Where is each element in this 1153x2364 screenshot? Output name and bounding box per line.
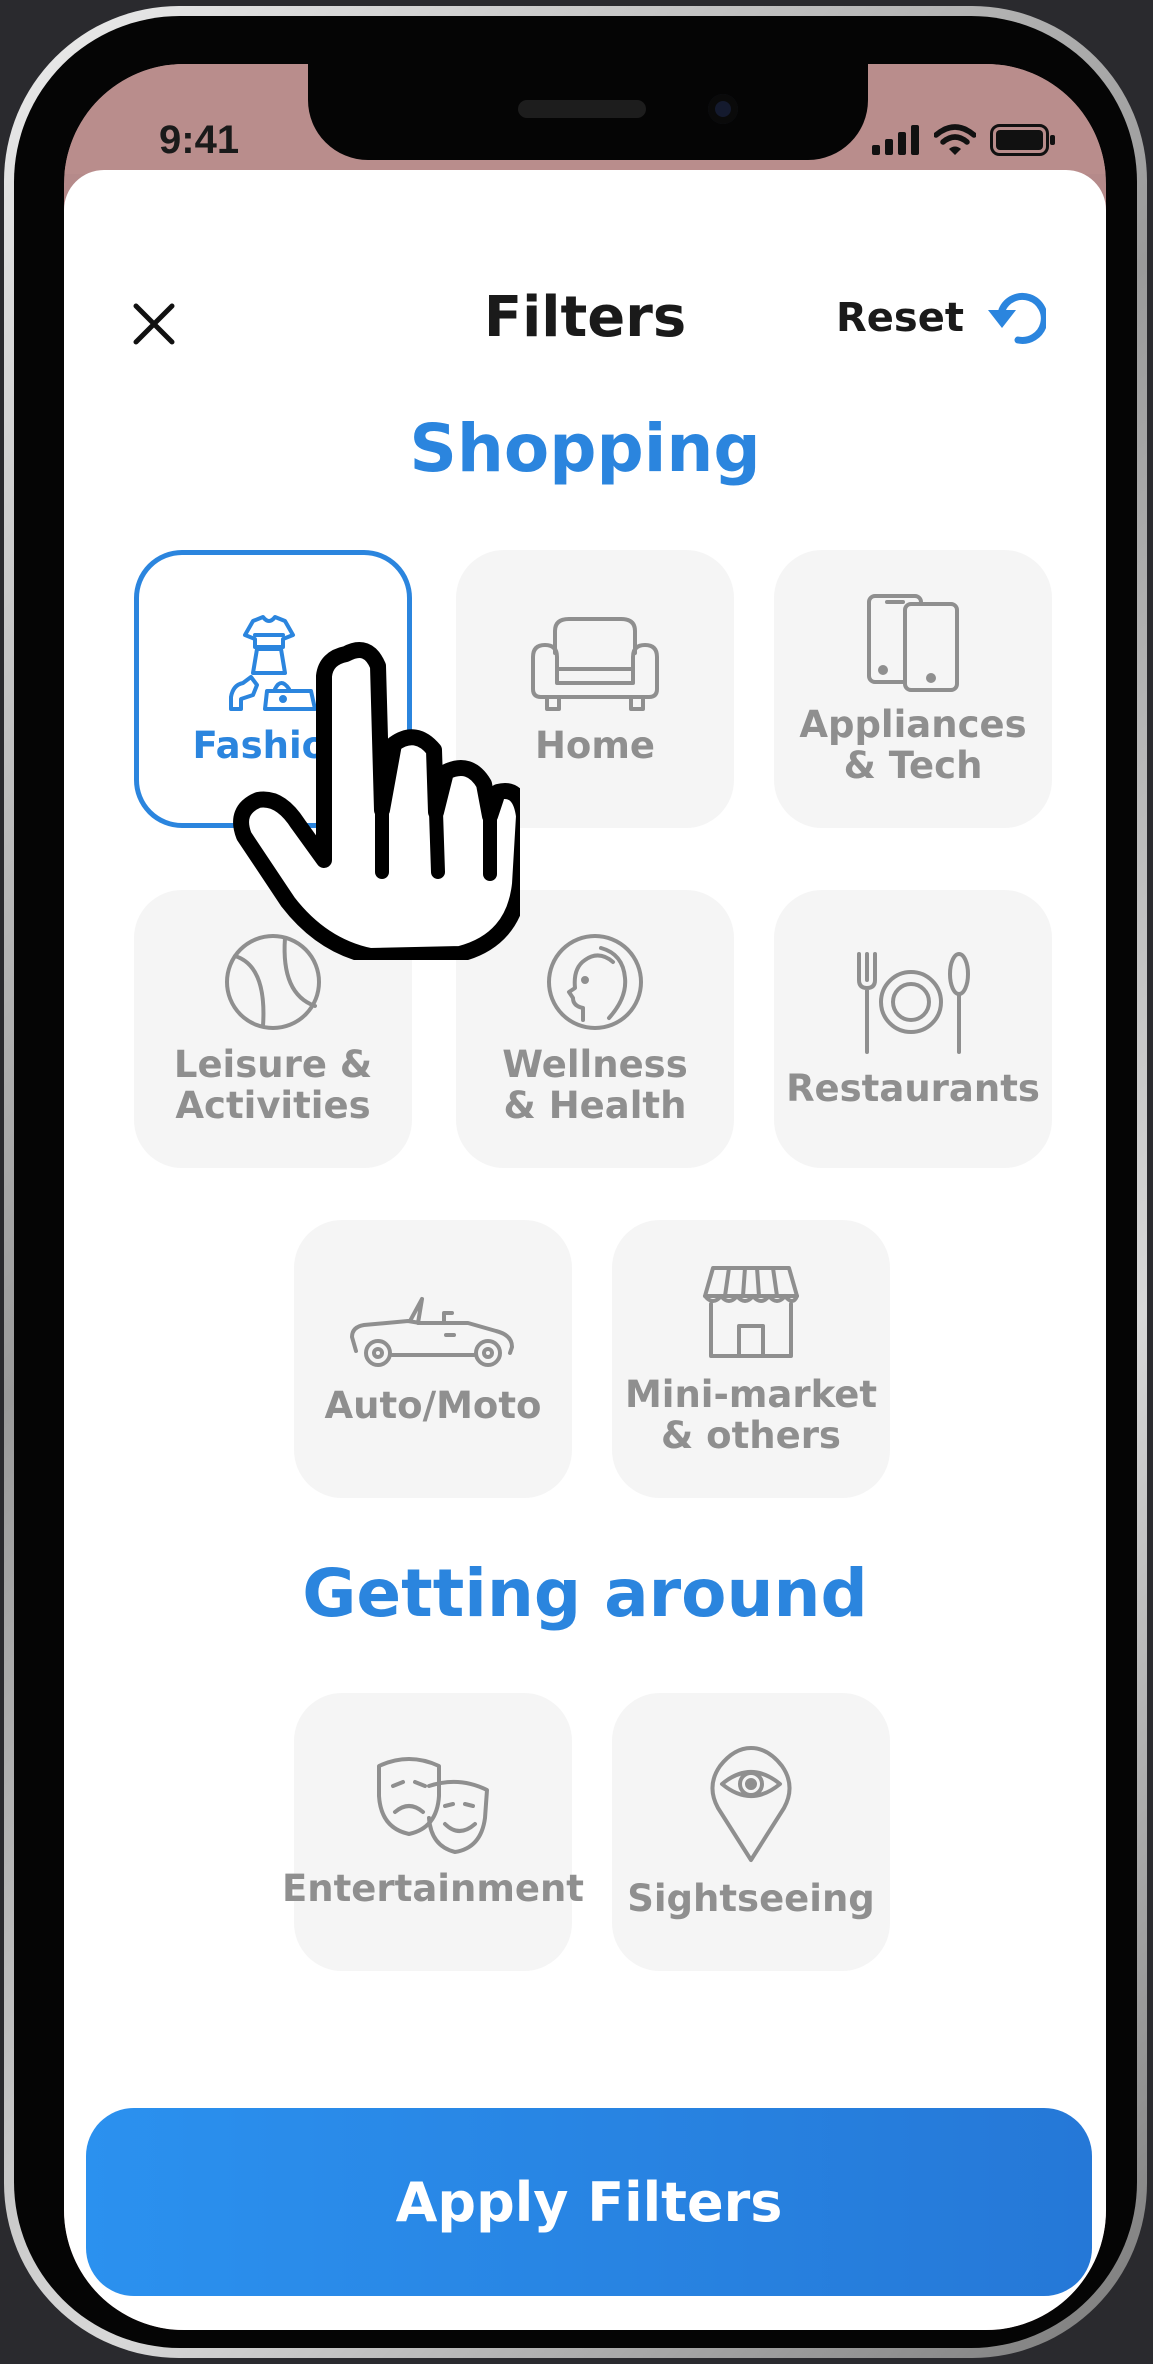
tile-label: Entertainment [282, 1866, 584, 1910]
tile-label: Wellness & Health [502, 1043, 688, 1127]
tile-label: Auto/Moto [324, 1383, 542, 1427]
tile-label: Mini-market & others [624, 1373, 878, 1457]
tile-mini-market[interactable]: Mini-market & others [612, 1220, 890, 1498]
wifi-icon [934, 124, 976, 155]
section-title-shopping: Shopping [409, 410, 761, 487]
status-time: 9:41 [159, 118, 240, 162]
reset-icon [988, 292, 1046, 344]
tile-restaurants[interactable]: Restaurants [774, 890, 1052, 1168]
tile-label: Home [534, 723, 656, 767]
phone-frame: 9:41 Filters Reset Shopping Fashion Home… [4, 6, 1147, 2358]
notch [308, 64, 868, 160]
screen: 9:41 Filters Reset Shopping Fashion Home… [64, 64, 1106, 2330]
armchair-icon [531, 616, 659, 711]
store-icon [703, 1266, 799, 1358]
filters-sheet: Filters Reset Shopping Fashion Home Appl… [64, 170, 1106, 2330]
battery-icon [990, 124, 1055, 156]
tile-auto-moto[interactable]: Auto/Moto [294, 1220, 572, 1498]
devices-icon [867, 594, 959, 692]
tile-label: Appliances & Tech [799, 703, 1027, 787]
speaker [518, 100, 646, 118]
car-icon [350, 1296, 514, 1367]
apply-filters-button[interactable]: Apply Filters [86, 2108, 1092, 2296]
signal-icon [872, 125, 919, 155]
front-camera [708, 94, 738, 124]
reset-button[interactable]: Reset [836, 288, 1046, 348]
tile-label: Sightseeing [627, 1876, 875, 1920]
theater-masks-icon [377, 1756, 489, 1854]
face-icon [547, 934, 643, 1030]
reset-label: Reset [836, 295, 964, 341]
plate-cutlery-icon [857, 951, 970, 1054]
eye-pin-icon [710, 1745, 792, 1862]
tile-label: Restaurants [786, 1066, 1040, 1110]
tile-label: Leisure & Activities [173, 1043, 373, 1127]
hand-pointer-icon [233, 642, 520, 960]
tile-sightseeing[interactable]: Sightseeing [612, 1693, 890, 1971]
status-icons [872, 124, 1056, 156]
tile-entertainment[interactable]: Entertainment [282, 1693, 584, 1971]
section-title-getting-around: Getting around [302, 1555, 868, 1632]
tile-appliances-tech[interactable]: Appliances & Tech [774, 550, 1052, 828]
phone-bezel: 9:41 Filters Reset Shopping Fashion Home… [14, 16, 1137, 2348]
